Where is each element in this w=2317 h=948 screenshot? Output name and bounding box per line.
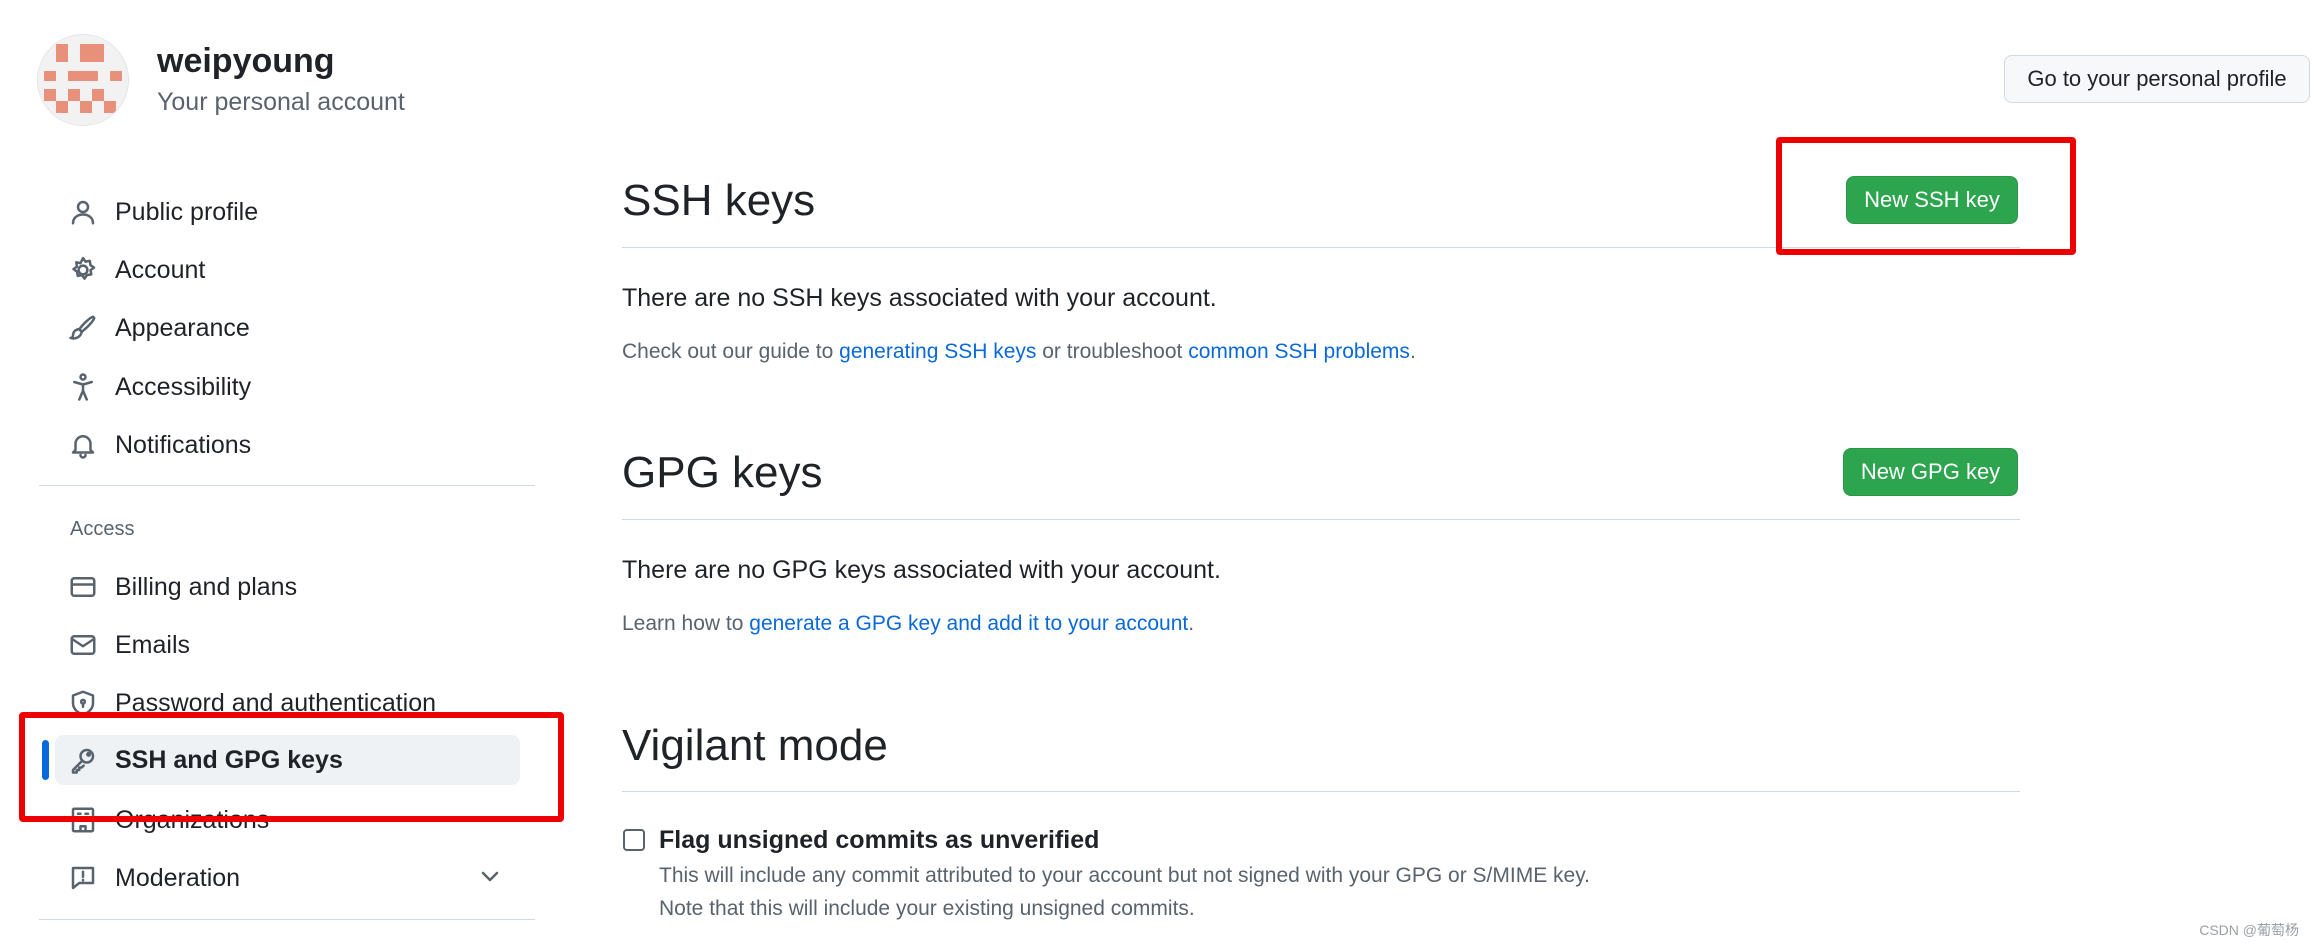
person-icon [67,196,99,228]
sidebar-item-billing[interactable]: Billing and plans [55,562,520,612]
sidebar-item-account[interactable]: Account [55,245,520,295]
flag-unsigned-commits-checkbox[interactable] [623,829,645,851]
generate-gpg-key-link[interactable]: generate a GPG key and add it to your ac… [749,612,1188,635]
vigilant-section-rule [622,791,2020,792]
flag-unsigned-commits-label[interactable]: Flag unsigned commits as unverified [659,826,1099,855]
sidebar-divider [39,919,535,920]
gpg-help-prefix: Learn how to [622,612,750,635]
generating-ssh-keys-link[interactable]: generating SSH keys [839,340,1036,363]
vigilant-note-1: This will include any commit attributed … [659,864,1591,887]
vigilant-mode-heading: Vigilant mode [622,721,888,770]
highlight-box-ssh-gpg-nav [19,712,564,822]
mail-icon [67,629,99,661]
ssh-help-middle: or troubleshoot [1036,340,1189,363]
sidebar-item-appearance[interactable]: Appearance [55,303,520,353]
new-gpg-key-button[interactable]: New GPG key [1843,448,2018,496]
report-icon [67,862,99,894]
gpg-help-suffix: . [1188,612,1195,635]
sidebar-item-label: Account [115,255,206,284]
gear-icon [67,254,99,286]
common-ssh-problems-link[interactable]: common SSH problems [1188,340,1410,363]
gpg-empty-message: There are no GPG keys associated with yo… [622,556,1221,584]
sidebar-item-label: Emails [115,630,191,659]
go-to-profile-button[interactable]: Go to your personal profile [2004,55,2310,103]
sidebar-item-notifications[interactable]: Notifications [55,420,520,470]
sidebar-item-label: Moderation [115,863,241,892]
ssh-help-suffix: . [1409,340,1416,363]
ssh-help-prefix: Check out our guide to [622,340,840,363]
sidebar-item-moderation[interactable]: Moderation [55,853,520,903]
credit-card-icon [67,571,99,603]
sidebar-item-emails[interactable]: Emails [55,620,520,670]
sidebar-item-label: Notifications [115,430,252,459]
accessibility-icon [67,371,99,403]
sidebar-item-label: Public profile [115,197,259,226]
watermark: CSDN @葡萄杨 [2199,922,2299,938]
sidebar-item-public-profile[interactable]: Public profile [55,187,520,237]
sidebar-group-access: Access [70,518,135,540]
chevron-down-icon[interactable] [478,864,502,888]
paintbrush-icon [67,312,99,344]
vigilant-note-2: Note that this will include your existin… [659,897,1195,920]
ssh-keys-heading: SSH keys [622,176,816,225]
account-subtitle: Your personal account [157,88,405,116]
avatar[interactable] [37,34,129,126]
gpg-section-rule [622,519,2020,520]
sidebar-item-label: Appearance [115,313,250,342]
gpg-keys-heading: GPG keys [622,448,823,497]
ssh-empty-message: There are no SSH keys associated with yo… [622,284,1217,312]
sidebar-item-label: Billing and plans [115,572,298,601]
account-username: weipyoung [157,42,335,80]
highlight-box-new-ssh-key [1776,137,2076,255]
ssh-help-text: Check out our guide to generating SSH ke… [622,340,1416,364]
sidebar-item-accessibility[interactable]: Accessibility [55,362,520,412]
gpg-help-text: Learn how to generate a GPG key and add … [622,612,1194,636]
sidebar-divider [39,485,535,486]
bell-icon [67,429,99,461]
sidebar-item-label: Accessibility [115,372,252,401]
